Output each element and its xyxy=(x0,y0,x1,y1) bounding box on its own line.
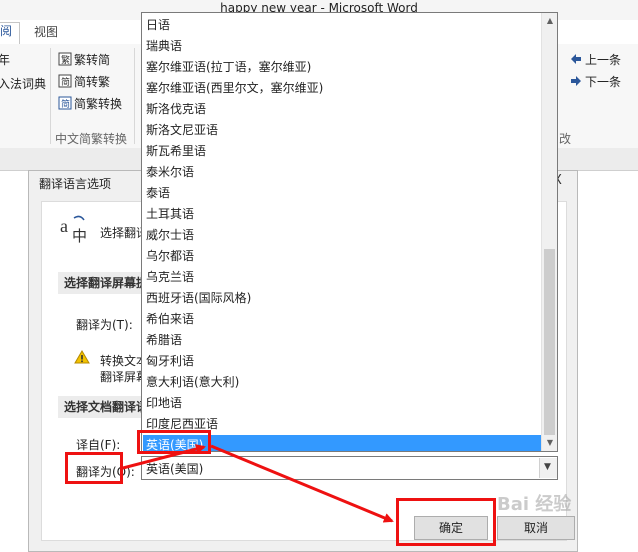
annotation-arrows xyxy=(122,444,394,523)
annotation-arrow-to-ok xyxy=(210,444,394,523)
annotation-arrow-to-language xyxy=(122,444,206,470)
watermark: Bai 经验 xyxy=(497,494,572,515)
